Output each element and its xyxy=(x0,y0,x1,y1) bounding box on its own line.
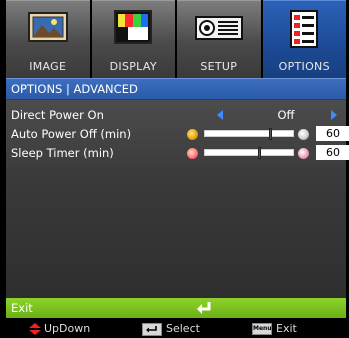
updown-icon xyxy=(29,323,41,335)
tab-options[interactable]: OPTIONS xyxy=(262,0,346,78)
slider-max-icon xyxy=(298,129,309,140)
row-label: Direct Power On xyxy=(11,108,104,122)
osd-menu: IMAGE DISPLAY SETUP OPTIONS OPTIONS | AD… xyxy=(0,0,349,338)
sleep-timer-slider[interactable] xyxy=(204,147,294,159)
options-panel: Direct Power On Off Auto Power Off (min)… xyxy=(6,100,349,298)
tab-display[interactable]: DISPLAY xyxy=(91,0,175,78)
auto-power-off-slider[interactable] xyxy=(204,128,294,140)
hint-label: Select xyxy=(166,322,200,335)
projector-icon xyxy=(194,16,243,40)
auto-power-off-row[interactable]: Auto Power Off (min) 60 xyxy=(6,124,349,144)
image-icon xyxy=(27,12,68,42)
enter-arrow-icon xyxy=(197,302,211,314)
hint-label: UpDown xyxy=(44,322,91,335)
breadcrumb: OPTIONS | ADVANCED xyxy=(6,78,346,100)
exit-bar[interactable]: Exit xyxy=(6,298,346,318)
sleep-timer-row[interactable]: Sleep Timer (min) 60 xyxy=(6,143,349,163)
direct-power-on-row[interactable]: Direct Power On Off xyxy=(6,105,346,125)
slider-knob[interactable] xyxy=(258,147,261,159)
checklist-icon xyxy=(290,10,319,48)
row-label: Auto Power Off (min) xyxy=(11,127,132,141)
display-icon xyxy=(114,10,153,44)
arrow-right-icon[interactable] xyxy=(331,110,337,120)
direct-power-on-value: Off xyxy=(277,108,295,122)
sleep-timer-value: 60 xyxy=(316,145,349,160)
row-label: Sleep Timer (min) xyxy=(11,146,114,160)
tab-label: SETUP xyxy=(200,60,238,73)
footer-hints: UpDown Select Menu Exit xyxy=(0,320,349,338)
tab-label: OPTIONS xyxy=(278,60,330,73)
hint-label: Exit xyxy=(276,322,297,335)
tab-label: IMAGE xyxy=(29,60,67,73)
tab-setup[interactable]: SETUP xyxy=(177,0,261,78)
slider-knob[interactable] xyxy=(269,128,272,140)
slider-max-icon xyxy=(298,148,309,159)
slider-min-icon xyxy=(187,129,198,140)
exit-label: Exit xyxy=(11,301,33,315)
enter-key-icon xyxy=(142,323,162,336)
arrow-left-icon[interactable] xyxy=(217,110,223,120)
tab-bar: IMAGE DISPLAY SETUP OPTIONS xyxy=(6,0,346,78)
tab-label: DISPLAY xyxy=(109,60,157,73)
slider-min-icon xyxy=(187,148,198,159)
tab-image[interactable]: IMAGE xyxy=(6,0,90,78)
menu-key-icon: Menu xyxy=(252,323,272,335)
auto-power-off-value: 60 xyxy=(316,126,349,141)
